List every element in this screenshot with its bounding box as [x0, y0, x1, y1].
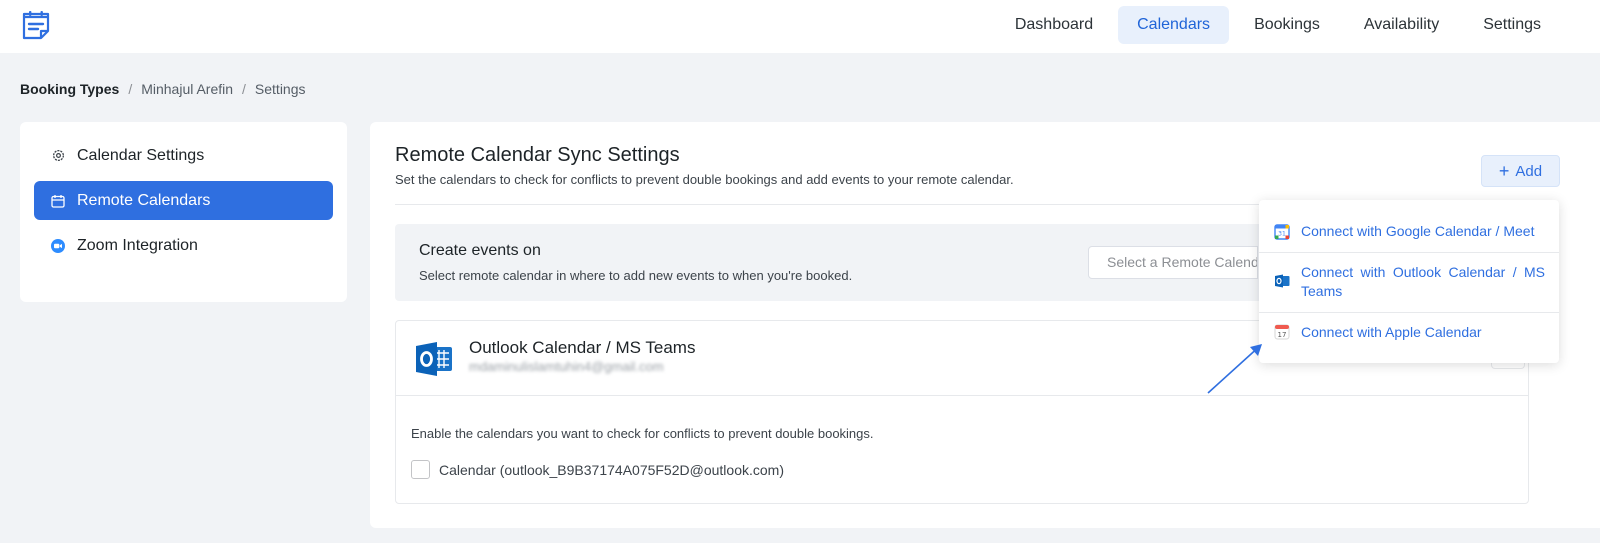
add-button-label: Add [1515, 162, 1543, 180]
outlook-icon [1275, 274, 1290, 288]
top-navigation-bar: Dashboard Calendars Bookings Availabilit… [0, 0, 1600, 53]
main-nav: Dashboard Calendars Bookings Availabilit… [996, 6, 1560, 44]
calendar-checkbox[interactable] [411, 460, 430, 479]
sidebar-item-label: Calendar Settings [77, 146, 205, 164]
page-subtitle: Set the calendars to check for conflicts… [395, 172, 1014, 187]
breadcrumb-separator: / [242, 81, 246, 97]
create-events-description: Select remote calendar in where to add n… [419, 268, 853, 283]
add-calendar-dropdown: 31 Connect with Google Calendar / Meet C… [1259, 200, 1559, 363]
connect-outlook-calendar[interactable]: Connect with Outlook Calendar / MS Teams [1259, 263, 1559, 301]
nav-settings[interactable]: Settings [1464, 6, 1560, 44]
nav-dashboard[interactable]: Dashboard [996, 6, 1112, 44]
dropdown-item-label: Connect with Google Calendar / Meet [1301, 223, 1535, 239]
page-title: Remote Calendar Sync Settings [395, 144, 680, 166]
plus-icon: + [1498, 161, 1510, 181]
add-button[interactable]: + Add [1481, 155, 1560, 187]
calendar-label: Calendar (outlook_B9B37174A075F52D@outlo… [439, 461, 784, 478]
breadcrumb-root[interactable]: Booking Types [20, 81, 119, 97]
dropdown-item-label: Connect with Outlook Calendar / MS Teams [1301, 264, 1545, 299]
calendar-icon [50, 193, 66, 209]
zoom-icon [50, 238, 66, 254]
booking-logo-icon[interactable] [19, 8, 53, 42]
sidebar-item-label: Remote Calendars [77, 191, 211, 209]
create-events-title: Create events on [419, 242, 541, 259]
calendar-row: Calendar (outlook_B9B37174A075F52D@outlo… [411, 460, 784, 479]
annotation-arrow-icon [1207, 344, 1262, 394]
connect-apple-calendar[interactable]: 17 Connect with Apple Calendar [1259, 323, 1559, 342]
nav-bookings[interactable]: Bookings [1235, 6, 1339, 44]
sidebar-item-remote-calendars[interactable]: Remote Calendars [34, 181, 333, 220]
conflict-description: Enable the calendars you want to check f… [411, 426, 874, 441]
dropdown-item-label: Connect with Apple Calendar [1301, 324, 1482, 340]
remote-calendar-select[interactable]: Select a Remote Calendar [1088, 246, 1258, 279]
account-email: mdaminulislamtuhin4@gmail.com [469, 359, 664, 374]
nav-availability[interactable]: Availability [1345, 6, 1458, 44]
outlook-icon [416, 342, 452, 376]
sidebar-item-zoom-integration[interactable]: Zoom Integration [34, 226, 333, 265]
gear-icon [50, 148, 66, 164]
nav-calendars[interactable]: Calendars [1118, 6, 1230, 44]
breadcrumb-item-settings: Settings [254, 81, 306, 97]
google-calendar-icon: 31 [1274, 224, 1290, 240]
dropdown-divider [1259, 252, 1559, 253]
account-name: Outlook Calendar / MS Teams [469, 338, 696, 357]
connect-google-calendar[interactable]: 31 Connect with Google Calendar / Meet [1259, 222, 1559, 241]
svg-text:31: 31 [1278, 231, 1286, 238]
apple-calendar-icon: 17 [1274, 324, 1290, 340]
sidebar-item-label: Zoom Integration [77, 236, 198, 254]
breadcrumb-item-booking[interactable]: Minhajul Arefin [141, 81, 233, 97]
settings-sidebar: Calendar Settings Remote Calendars Zoom … [20, 122, 347, 302]
breadcrumb: Booking Types / Minhajul Arefin / Settin… [20, 81, 306, 97]
sidebar-item-calendar-settings[interactable]: Calendar Settings [34, 136, 333, 175]
breadcrumb-separator: / [128, 81, 133, 97]
svg-text:17: 17 [1278, 331, 1287, 339]
dropdown-divider [1259, 312, 1559, 313]
